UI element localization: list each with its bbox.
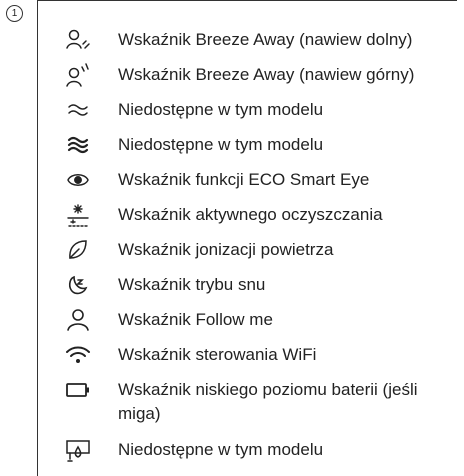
person-icon: [38, 305, 118, 335]
breeze-away-lower-icon: [38, 25, 118, 55]
sleep-mode-icon: [38, 270, 118, 300]
indicator-legend-panel: Wskaźnik Breeze Away (nawiew dolny) Wska…: [37, 0, 457, 476]
legend-label: Wskaźnik Breeze Away (nawiew dolny): [118, 30, 413, 49]
legend-label: Wskaźnik funkcji ECO Smart Eye: [118, 170, 370, 189]
legend-label: Wskaźnik Follow me: [118, 310, 273, 329]
legend-label: Wskaźnik aktywnego oczyszczania: [118, 205, 383, 224]
wave-bold-icon: [38, 130, 118, 160]
breeze-away-upper-icon: [38, 60, 118, 90]
active-cleaning-icon: [38, 200, 118, 230]
legend-label: Wskaźnik sterowania WiFi: [118, 345, 317, 364]
legend-label: Wskaźnik trybu snu: [118, 275, 266, 294]
legend-label: Wskaźnik Breeze Away (nawiew górny): [118, 65, 415, 84]
legend-label: Niedostępne w tym modelu: [118, 100, 324, 119]
legend-label: Wskaźnik niskiego poziomu baterii (jeśli…: [118, 380, 418, 423]
battery-icon: [38, 375, 118, 405]
leaf-icon: [38, 235, 118, 265]
wave-thin-icon: [38, 95, 118, 125]
eye-icon: [38, 165, 118, 195]
wifi-icon: [38, 340, 118, 370]
legend-label: Wskaźnik jonizacji powietrza: [118, 240, 334, 259]
legend-label: Niedostępne w tym modelu: [118, 135, 324, 154]
legend-label: Niedostępne w tym modelu: [118, 440, 324, 459]
callout-number: 1: [6, 5, 23, 22]
drip-tray-icon: [38, 435, 118, 465]
